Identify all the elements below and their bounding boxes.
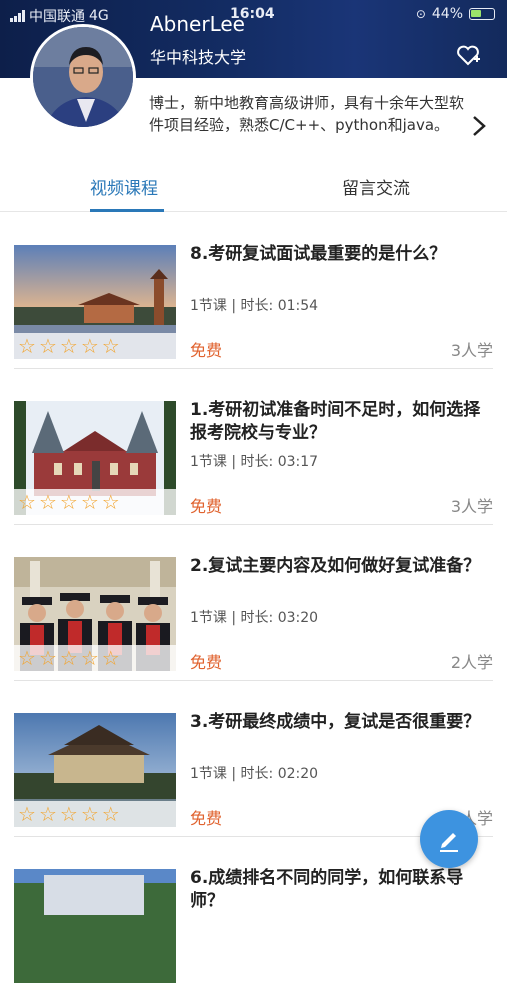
tab-video-courses[interactable]: 视频课程	[90, 174, 158, 199]
course-item[interactable]: ☆ ☆ ☆ ☆ ☆ 2.复试主要内容及如何做好复试准备？ 1节课 | 时长: 03:20…	[14, 525, 493, 681]
star-icon: ☆	[59, 802, 78, 826]
learner-count: 2人学	[450, 653, 493, 672]
network-label: 4G	[89, 8, 109, 24]
star-icon: ☆	[101, 490, 120, 514]
star-icon: ☆	[80, 490, 99, 514]
star-icon: ☆	[18, 334, 36, 358]
course-title[interactable]: 2.复试主要内容及如何做好复试准备？	[190, 555, 490, 578]
orientation-lock-icon: ⊙	[415, 7, 426, 21]
course-item[interactable]: ☆ ☆ ☆ ☆ ☆ 8.考研复试面试最重要的是什么？ 1节课 | 时长: 01:54 免…	[14, 213, 493, 369]
star-icon: ☆	[80, 802, 99, 826]
course-item[interactable]: ☆ ☆ ☆ ☆ ☆ 1.考研初试准备时间不足时，如何选择报考院校与专业？ 1节课 | 时…	[14, 369, 493, 525]
course-title[interactable]: 3.考研最终成绩中，复试是否很重要？	[190, 711, 490, 734]
teacher-name: AbnerLee	[150, 12, 245, 36]
teacher-intro: 博士，新中地教育高级讲师，具有十余年大型软件项目经验，熟悉C/C++、pytho…	[149, 94, 465, 134]
star-icon: ☆	[80, 646, 99, 670]
course-thumbnail	[14, 869, 176, 983]
signal-icon	[10, 10, 25, 22]
star-icon: ☆	[18, 646, 36, 670]
rating-stars: ☆ ☆ ☆ ☆ ☆	[14, 801, 176, 827]
learner-count: 3人学	[450, 497, 493, 516]
school-name: 华中科技大学	[150, 48, 247, 67]
pencil-icon	[440, 833, 458, 852]
tab-bar: 视频课程 留言交流	[0, 164, 507, 212]
rating-stars: ☆ ☆ ☆ ☆ ☆	[14, 489, 176, 515]
active-tab-indicator	[90, 209, 164, 212]
star-icon: ☆	[38, 646, 57, 670]
course-price: 免费	[190, 341, 223, 360]
course-thumbnail: ☆ ☆ ☆ ☆ ☆	[14, 245, 176, 359]
battery-percent: 44%	[431, 6, 463, 22]
course-price: 免费	[190, 653, 223, 672]
battery-icon	[469, 8, 495, 20]
star-icon: ☆	[38, 334, 57, 358]
course-meta: 1节课 | 时长: 01:54	[190, 298, 319, 314]
learner-count: 3人学	[450, 341, 493, 360]
star-icon: ☆	[80, 334, 99, 358]
star-icon: ☆	[101, 334, 120, 358]
star-icon: ☆	[18, 802, 36, 826]
course-thumbnail: ☆ ☆ ☆ ☆ ☆	[14, 713, 176, 827]
write-comment-button[interactable]	[420, 810, 478, 868]
tab-messages[interactable]: 留言交流	[342, 174, 410, 199]
status-bar: 中国联通 4G 16:04 ⊙ 44%	[0, 6, 507, 26]
star-icon: ☆	[59, 646, 78, 670]
course-title[interactable]: 8.考研复试面试最重要的是什么？	[190, 243, 490, 266]
course-thumbnail: ☆ ☆ ☆ ☆ ☆	[14, 557, 176, 671]
star-icon: ☆	[59, 490, 78, 514]
star-icon: ☆	[101, 646, 120, 670]
star-icon: ☆	[38, 802, 57, 826]
teacher-avatar[interactable]	[30, 24, 136, 130]
course-meta: 1节课 | 时长: 03:17	[190, 454, 319, 470]
course-title[interactable]: 6.成绩排名不同的同学，如何联系导师？	[190, 867, 490, 913]
rating-stars: ☆ ☆ ☆ ☆ ☆	[14, 333, 176, 359]
course-price: 免费	[190, 809, 223, 828]
course-thumbnail: ☆ ☆ ☆ ☆ ☆	[14, 401, 176, 515]
course-meta: 1节课 | 时长: 02:20	[190, 766, 319, 782]
carrier-label: 中国联通	[29, 9, 85, 25]
course-price: 免费	[190, 497, 223, 516]
star-icon: ☆	[18, 490, 36, 514]
rating-stars: ☆ ☆ ☆ ☆ ☆	[14, 645, 176, 671]
star-icon: ☆	[38, 490, 57, 514]
course-item[interactable]: 6.成绩排名不同的同学，如何联系导师？	[14, 837, 493, 993]
star-icon: ☆	[101, 802, 120, 826]
course-meta: 1节课 | 时长: 03:20	[190, 610, 319, 626]
favorite-heart-icon[interactable]	[455, 42, 481, 68]
chevron-right-icon[interactable]	[470, 114, 488, 138]
course-title[interactable]: 1.考研初试准备时间不足时，如何选择报考院校与专业？	[190, 399, 490, 445]
star-icon: ☆	[59, 334, 78, 358]
course-item[interactable]: ☆ ☆ ☆ ☆ ☆ 3.考研最终成绩中，复试是否很重要？ 1节课 | 时长: 02:20…	[14, 681, 493, 837]
